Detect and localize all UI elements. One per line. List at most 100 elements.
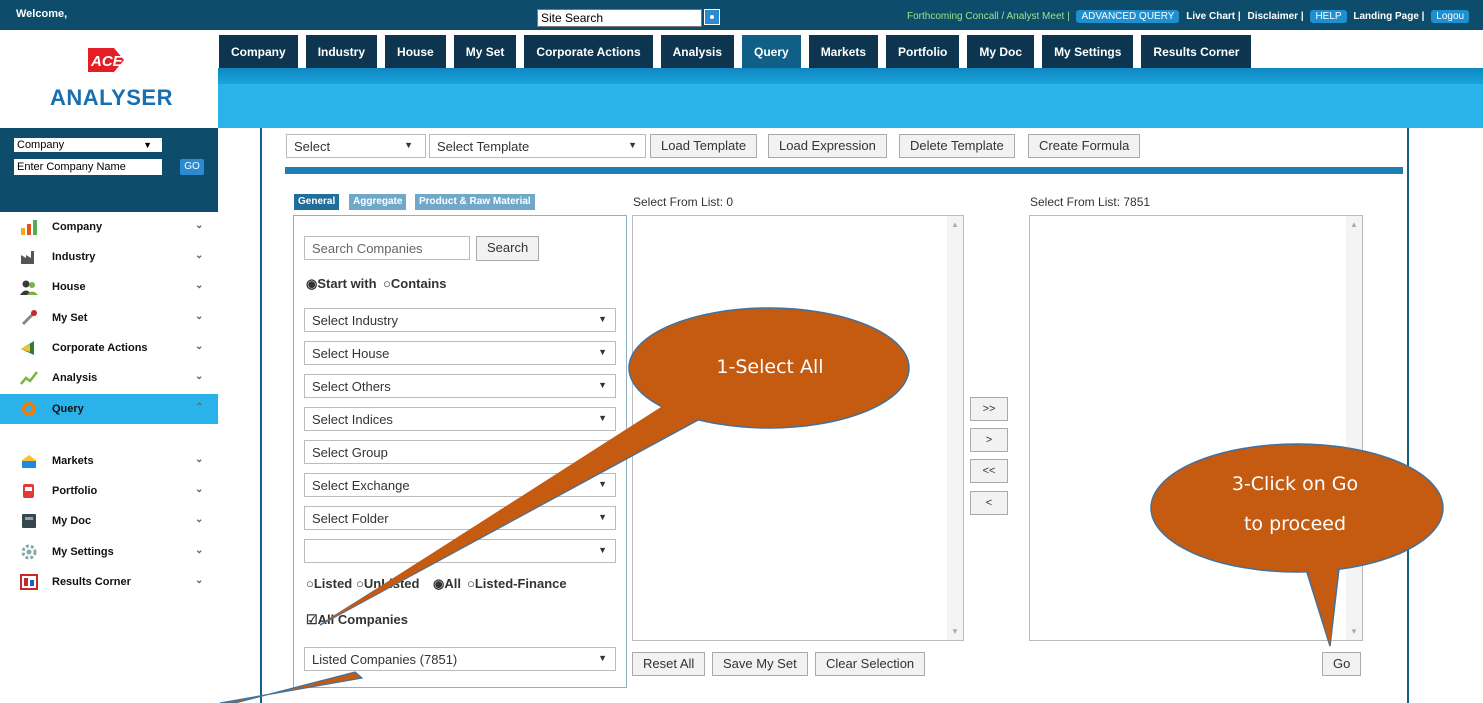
company-type-select[interactable]: Company ▼ <box>14 138 162 152</box>
left-list-scrollbar[interactable]: ▲ ▼ <box>947 216 963 640</box>
extra-select[interactable]: ▼ <box>304 539 616 563</box>
left-list-box[interactable]: ▲ ▼ <box>632 215 964 641</box>
house-select[interactable]: Select House ▼ <box>304 341 616 365</box>
megaphone-icon <box>21 341 34 355</box>
wrench-icon <box>21 310 37 326</box>
tab-my-set[interactable]: My Set <box>452 34 518 68</box>
company-go-button[interactable]: GO <box>180 159 204 175</box>
tab-company[interactable]: Company <box>218 34 299 68</box>
radio-listed[interactable]: ○Listed <box>306 576 352 591</box>
people-icon <box>20 280 38 295</box>
radio-listed-finance[interactable]: ○Listed-Finance <box>467 576 567 591</box>
scroll-down-icon: ▼ <box>951 627 959 636</box>
tab-industry[interactable]: Industry <box>304 34 379 68</box>
sidebar-item-query[interactable]: Query ⌃ <box>0 394 218 424</box>
move-all-left-button[interactable]: << <box>970 459 1008 483</box>
load-expression-button[interactable]: Load Expression <box>768 134 887 158</box>
radio-start-with[interactable]: ◉Start with <box>306 276 377 292</box>
radio-unlisted[interactable]: ○UnListed <box>356 576 419 591</box>
query-icon <box>22 402 36 416</box>
search-companies-button[interactable]: Search <box>476 236 540 261</box>
sidebar-item-corporate-actions[interactable]: Corporate Actions ⌄ <box>0 333 218 363</box>
clear-selection-button[interactable]: Clear Selection <box>815 652 926 676</box>
chevron-up-icon: ⌃ <box>195 402 204 413</box>
tab-markets[interactable]: Markets <box>807 34 880 68</box>
sidebar-item-markets[interactable]: Markets ⌄ <box>0 446 218 476</box>
sidebar-item-industry[interactable]: Industry ⌄ <box>0 242 218 272</box>
tab-portfolio[interactable]: Portfolio <box>885 34 961 68</box>
chevron-down-icon: ⌄ <box>195 484 204 495</box>
logout-button[interactable]: Logou <box>1431 10 1470 23</box>
company-name-input[interactable]: Enter Company Name <box>14 159 162 175</box>
forthcoming-concall-link[interactable]: Forthcoming Concall / Analyst Meet | <box>907 11 1070 22</box>
chevron-down-icon: ⌄ <box>195 250 204 261</box>
main-tabs: Company Industry House My Set Corporate … <box>218 34 1253 68</box>
save-my-set-button[interactable]: Save My Set <box>712 652 808 676</box>
callout-select-all-text: 1-Select All <box>716 356 824 378</box>
exchange-select[interactable]: Select Exchange ▼ <box>304 473 616 497</box>
subtab-aggregate[interactable]: Aggregate <box>349 194 407 210</box>
disclaimer-link[interactable]: Disclaimer | <box>1247 11 1303 22</box>
chevron-down-icon: ⌄ <box>195 311 204 322</box>
sidebar-item-results-corner[interactable]: Results Corner ⌄ <box>0 567 218 597</box>
delete-template-button[interactable]: Delete Template <box>899 134 1015 158</box>
radio-all[interactable]: ◉All <box>433 576 461 592</box>
category-select[interactable]: Select ▼ <box>286 134 426 158</box>
chevron-down-icon: ⌄ <box>195 341 204 352</box>
right-list-box[interactable]: ▲ ▼ <box>1029 215 1363 641</box>
tab-corporate-actions[interactable]: Corporate Actions <box>523 34 654 68</box>
chevron-down-icon: ⌄ <box>195 575 204 586</box>
sidebar-item-portfolio[interactable]: Portfolio ⌄ <box>0 476 218 506</box>
document-icon <box>22 514 36 528</box>
move-left-button[interactable]: < <box>970 491 1008 515</box>
sidebar-item-house[interactable]: House ⌄ <box>0 272 218 302</box>
scroll-down-icon: ▼ <box>1350 627 1358 636</box>
site-search-input[interactable]: Site Search <box>537 9 702 27</box>
listed-companies-select[interactable]: Listed Companies (7851) ▼ <box>304 647 616 671</box>
industry-select[interactable]: Select Industry ▼ <box>304 308 616 332</box>
radio-contains[interactable]: ○Contains <box>383 276 446 291</box>
toolbar-divider <box>285 167 1403 174</box>
right-list-scrollbar[interactable]: ▲ ▼ <box>1346 216 1362 640</box>
sidebar-item-my-set[interactable]: My Set ⌄ <box>0 303 218 333</box>
ace-logo-icon[interactable]: ACE <box>86 44 126 76</box>
factory-icon <box>21 251 34 264</box>
dropdown-arrow-icon: ▼ <box>598 512 607 522</box>
chevron-down-icon: ⌄ <box>195 371 204 382</box>
group-select[interactable]: Select Group ▼ <box>304 440 616 464</box>
reset-all-button[interactable]: Reset All <box>632 652 706 676</box>
dropdown-arrow-icon: ▼ <box>598 380 607 390</box>
sidebar-item-analysis[interactable]: Analysis ⌄ <box>0 363 218 393</box>
folder-select[interactable]: Select Folder ▼ <box>304 506 616 530</box>
scroll-up-icon: ▲ <box>1350 220 1358 229</box>
content-border-right <box>1407 128 1409 703</box>
tab-house[interactable]: House <box>384 34 447 68</box>
indices-select[interactable]: Select Indices ▼ <box>304 407 616 431</box>
others-select[interactable]: Select Others ▼ <box>304 374 616 398</box>
move-all-right-button[interactable]: >> <box>970 397 1008 421</box>
sidebar-item-company[interactable]: Company ⌄ <box>0 212 218 242</box>
landing-page-link[interactable]: Landing Page | <box>1353 11 1424 22</box>
load-template-button[interactable]: Load Template <box>650 134 758 158</box>
live-chart-link[interactable]: Live Chart | <box>1186 11 1240 22</box>
tab-results-corner[interactable]: Results Corner <box>1140 34 1253 68</box>
dropdown-arrow-icon: ▼ <box>598 653 607 663</box>
subtab-general[interactable]: General <box>294 194 340 210</box>
advanced-query-button[interactable]: ADVANCED QUERY <box>1076 10 1180 23</box>
create-formula-button[interactable]: Create Formula <box>1028 134 1141 158</box>
template-select[interactable]: Select Template ▼ <box>429 134 646 158</box>
sidebar-item-my-settings[interactable]: My Settings ⌄ <box>0 537 218 567</box>
tab-my-settings[interactable]: My Settings <box>1041 34 1135 68</box>
go-button[interactable]: Go <box>1322 652 1362 676</box>
sidebar-item-my-doc[interactable]: My Doc ⌄ <box>0 506 218 536</box>
tab-my-doc[interactable]: My Doc <box>966 34 1036 68</box>
move-right-button[interactable]: > <box>970 428 1008 452</box>
search-companies-input[interactable]: Search Companies <box>304 236 470 260</box>
tab-query[interactable]: Query <box>741 34 802 68</box>
markets-icon <box>21 455 37 468</box>
all-companies-checkbox[interactable]: ☑All Companies <box>306 612 408 628</box>
site-search-go-button[interactable] <box>704 9 720 25</box>
help-button[interactable]: HELP <box>1310 10 1347 23</box>
tab-analysis[interactable]: Analysis <box>659 34 735 68</box>
subtab-product-raw-material[interactable]: Product & Raw Material <box>415 194 535 210</box>
